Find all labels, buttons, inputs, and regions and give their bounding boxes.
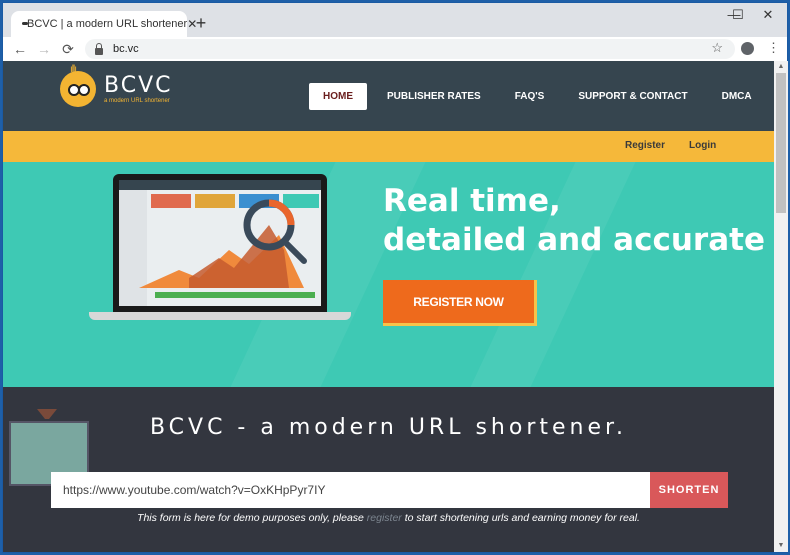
demo-note-text: This form is here for demo purposes only… [137, 512, 367, 524]
login-link[interactable]: Login [689, 140, 716, 151]
reload-button[interactable]: ⟳ [59, 40, 77, 58]
back-button[interactable]: ← [11, 40, 29, 58]
shortener-section: BCVC - a modern URL shortener. SHORTEN T… [3, 387, 774, 552]
browser-tab[interactable]: BCVC | a modern URL shortener ✕ [11, 11, 197, 37]
profile-button[interactable] [741, 42, 754, 55]
demo-register-link[interactable]: register [367, 512, 402, 524]
site-logo[interactable]: ıllı BCVC a modern URL shortener [60, 64, 173, 107]
browser-window: BCVC | a modern URL shortener ✕ + — ☐ ✕ … [2, 2, 788, 553]
vertical-scrollbar[interactable]: ▲ ▼ [774, 61, 788, 552]
logo-name: BCVC [104, 73, 173, 98]
menu-button[interactable]: ⋮ [767, 40, 780, 56]
url-text: bc.vc [113, 43, 139, 55]
hero-title-line2: detailed and accurate [383, 222, 765, 258]
address-bar[interactable]: bc.vc ☆ [85, 39, 735, 59]
register-link[interactable]: Register [625, 140, 665, 151]
nav-support-contact[interactable]: SUPPORT & CONTACT [564, 83, 701, 110]
demo-note: This form is here for demo purposes only… [3, 512, 774, 524]
nav-home[interactable]: HOME [309, 83, 367, 110]
close-window-button[interactable]: ✕ [753, 7, 783, 27]
maximize-button[interactable]: ☐ [723, 7, 753, 27]
tab-title: BCVC | a modern URL shortener [27, 18, 188, 30]
chart-footer-bar [155, 292, 315, 298]
lock-icon [95, 42, 103, 55]
site-header: ıllı BCVC a modern URL shortener HOME PU… [3, 61, 774, 131]
account-icon [741, 42, 754, 55]
shorten-button[interactable]: SHORTEN [650, 472, 728, 508]
laptop-illustration [89, 174, 351, 329]
hero-title-line1: Real time, [383, 183, 561, 219]
demo-note-text-end: to start shortening urls and earning mon… [401, 512, 640, 524]
tab-bar: BCVC | a modern URL shortener ✕ + — ☐ ✕ [3, 3, 787, 37]
nav-faqs[interactable]: FAQ'S [501, 83, 559, 110]
new-tab-button[interactable]: + [191, 13, 211, 34]
nav-publisher-rates[interactable]: PUBLISHER RATES [373, 83, 495, 110]
bookmark-star-icon[interactable]: ☆ [711, 40, 723, 56]
forward-button[interactable]: → [35, 40, 53, 58]
shortener-title: BCVC - a modern URL shortener. [149, 415, 628, 440]
scroll-down-arrow[interactable]: ▼ [774, 540, 788, 552]
scroll-up-arrow[interactable]: ▲ [774, 61, 788, 73]
logo-tagline: a modern URL shortener [104, 98, 170, 104]
auth-bar: Register Login [3, 131, 774, 162]
nav-dmca[interactable]: DMCA [708, 83, 766, 110]
page-viewport: ıllı BCVC a modern URL shortener HOME PU… [3, 61, 774, 552]
main-nav: HOME PUBLISHER RATES FAQ'S SUPPORT & CON… [309, 83, 772, 110]
register-now-button[interactable]: REGISTER NOW [383, 280, 537, 326]
chart-area-back [189, 225, 289, 288]
scroll-thumb[interactable] [776, 73, 786, 213]
hero-section: Real time, detailed and accurate REGISTE… [3, 162, 774, 387]
hero-title: Real time, detailed and accurate [383, 182, 765, 260]
browser-toolbar: ← → ⟳ bc.vc ☆ ⋮ [3, 37, 787, 61]
mascot-icon: ıllı [60, 64, 96, 107]
url-input[interactable] [51, 472, 650, 508]
shortener-form: SHORTEN [51, 472, 728, 508]
